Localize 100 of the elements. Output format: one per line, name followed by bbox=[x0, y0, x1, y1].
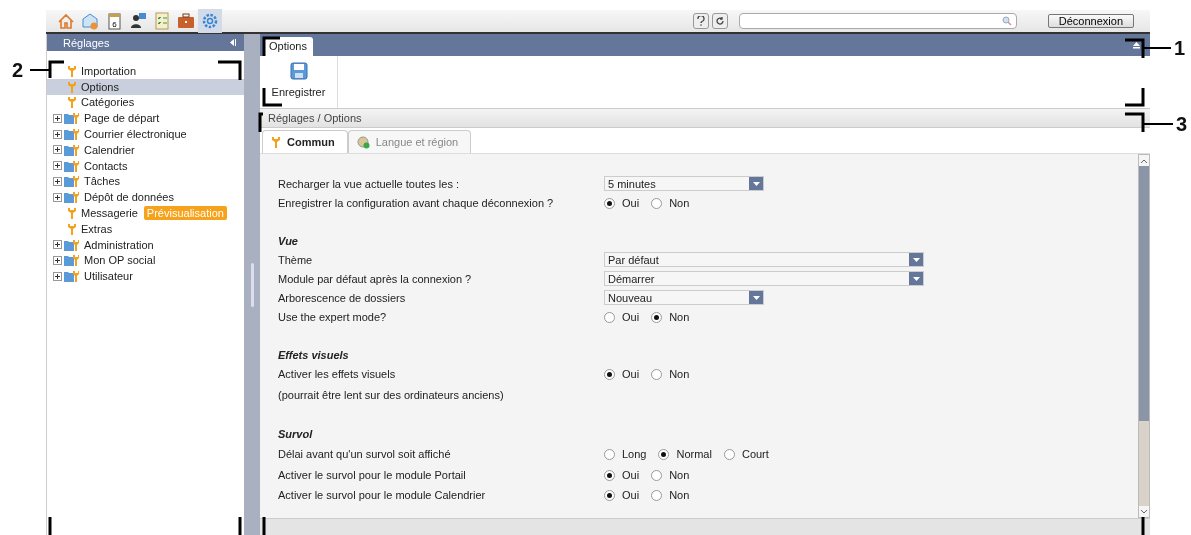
logout-button[interactable]: Déconnexion bbox=[1047, 14, 1134, 28]
help-icon bbox=[696, 16, 705, 26]
wrench-icon bbox=[67, 222, 77, 235]
radio-option[interactable]: Normal bbox=[658, 448, 712, 460]
dropdown[interactable]: 5 minutes bbox=[604, 176, 764, 191]
expand-icon[interactable] bbox=[53, 113, 62, 123]
leader-line bbox=[1142, 47, 1172, 49]
wrench-icon bbox=[67, 80, 77, 93]
dropdown[interactable]: Par défaut bbox=[604, 252, 924, 267]
tree-item[interactable]: Tâches bbox=[47, 173, 244, 190]
expand-icon[interactable] bbox=[53, 145, 62, 155]
radio-option[interactable]: Non bbox=[651, 489, 690, 501]
callout-number: 2 bbox=[12, 59, 24, 82]
radio-button[interactable] bbox=[604, 489, 615, 501]
bracket-corner bbox=[218, 60, 242, 80]
radio-option[interactable]: Long bbox=[604, 448, 647, 460]
tree-item[interactable]: Courrier électronique bbox=[47, 126, 244, 142]
expand-icon[interactable] bbox=[53, 129, 62, 139]
leader-line bbox=[1142, 123, 1174, 125]
eject-icon[interactable] bbox=[1133, 42, 1140, 49]
radio-button[interactable] bbox=[651, 197, 663, 209]
radio-button[interactable] bbox=[604, 448, 615, 460]
callout-number: 3 bbox=[1176, 113, 1188, 136]
caret-icon bbox=[752, 295, 760, 300]
setting-label: Activer le survol pour le module Calendrier bbox=[278, 489, 487, 501]
radio-option[interactable]: Oui bbox=[604, 311, 640, 323]
radio-option[interactable]: Non bbox=[651, 311, 690, 323]
radio-option[interactable]: Oui bbox=[604, 368, 640, 380]
bracket-corner bbox=[1125, 88, 1145, 107]
setting-label: Délai avant qu'un survol soit affiché bbox=[278, 448, 452, 460]
expand-icon[interactable] bbox=[53, 240, 62, 250]
radio-button[interactable] bbox=[604, 368, 615, 380]
folder-wrench-icon bbox=[64, 270, 80, 283]
expand-icon[interactable] bbox=[53, 255, 62, 265]
radio-option[interactable]: Court bbox=[723, 448, 769, 460]
tree-item[interactable]: Administration bbox=[47, 236, 244, 253]
section-heading: Effets visuels bbox=[278, 349, 349, 361]
tree-item[interactable]: Utilisateur bbox=[47, 268, 244, 285]
dropdown[interactable]: Démarrer bbox=[604, 271, 924, 286]
radio-option[interactable]: Oui bbox=[604, 469, 640, 481]
tree-item[interactable]: Page de départ bbox=[47, 110, 244, 127]
setting-label: Activer les effets visuels bbox=[278, 368, 397, 380]
radio-button[interactable] bbox=[604, 311, 615, 323]
folder-wrench-icon bbox=[64, 159, 80, 172]
radio-option[interactable]: Oui bbox=[604, 197, 640, 209]
radio-option[interactable]: Non bbox=[651, 469, 690, 481]
help-button[interactable] bbox=[692, 13, 709, 29]
expand-icon[interactable] bbox=[53, 271, 62, 281]
radio-button[interactable] bbox=[651, 469, 663, 481]
bracket-corner bbox=[1125, 112, 1145, 132]
radio-button[interactable] bbox=[651, 311, 663, 323]
radio-button[interactable] bbox=[651, 489, 663, 501]
scrollbar[interactable] bbox=[1138, 154, 1150, 518]
setting-label: Activer le survol pour le module Portail bbox=[278, 469, 467, 481]
tree-item[interactable]: Dépôt de données bbox=[47, 189, 244, 206]
refresh-button[interactable] bbox=[711, 13, 728, 29]
radio-button[interactable] bbox=[604, 197, 615, 209]
leader-line bbox=[29, 69, 51, 71]
tree-item[interactable]: Mon OP social bbox=[47, 252, 244, 269]
module-button[interactable]: 6 bbox=[102, 9, 126, 33]
briefcase-icon bbox=[176, 11, 196, 31]
panel-title: Réglages bbox=[63, 36, 110, 49]
radio-option[interactable]: Oui bbox=[604, 489, 640, 501]
folder-wrench-icon bbox=[64, 175, 80, 188]
expand-icon[interactable] bbox=[53, 161, 62, 171]
tree-item[interactable]: Catégories bbox=[47, 94, 244, 111]
preview-badge: Prévisualisation bbox=[143, 206, 227, 221]
bracket-corner bbox=[48, 517, 52, 535]
expand-icon[interactable] bbox=[53, 192, 62, 202]
folder-wrench-icon bbox=[64, 143, 80, 156]
expand-icon[interactable] bbox=[53, 176, 62, 186]
tree-item[interactable]: Calendrier bbox=[47, 142, 244, 158]
bracket-corner bbox=[1125, 38, 1145, 58]
search-field[interactable] bbox=[738, 13, 1017, 29]
collapse-panel-icon[interactable] bbox=[230, 39, 236, 46]
tree-item[interactable]: Messagerie Prévisualisation bbox=[47, 205, 244, 221]
radio-option[interactable]: Non bbox=[651, 197, 690, 209]
radio-button[interactable] bbox=[651, 368, 663, 380]
tab[interactable]: Commun bbox=[262, 130, 348, 153]
radio-button[interactable] bbox=[604, 469, 615, 481]
setting-label: Use the expert mode? bbox=[278, 311, 388, 323]
tree-item[interactable]: Extras bbox=[47, 220, 244, 237]
tree-item[interactable]: Options bbox=[47, 78, 244, 95]
setting-label: Module par défaut après la connexion ? bbox=[278, 272, 473, 285]
wrench-icon bbox=[67, 207, 77, 220]
tree-item[interactable]: Contacts bbox=[47, 157, 244, 174]
scroll-up-icon[interactable] bbox=[1141, 158, 1147, 163]
radio-button[interactable] bbox=[723, 448, 735, 460]
tree-item[interactable]: Importation bbox=[47, 63, 244, 79]
radio-button[interactable] bbox=[658, 448, 670, 460]
bracket-corner bbox=[238, 517, 242, 535]
radio-option[interactable]: Non bbox=[651, 368, 690, 380]
bracket-corner bbox=[258, 112, 263, 132]
scroll-down-icon[interactable] bbox=[1141, 509, 1147, 514]
refresh-icon bbox=[714, 16, 725, 26]
caret-icon bbox=[912, 276, 920, 281]
folder-wrench-icon bbox=[64, 128, 80, 141]
caret-icon bbox=[752, 181, 760, 186]
dropdown[interactable]: Nouveau bbox=[604, 290, 764, 305]
search-icon bbox=[1001, 16, 1012, 26]
